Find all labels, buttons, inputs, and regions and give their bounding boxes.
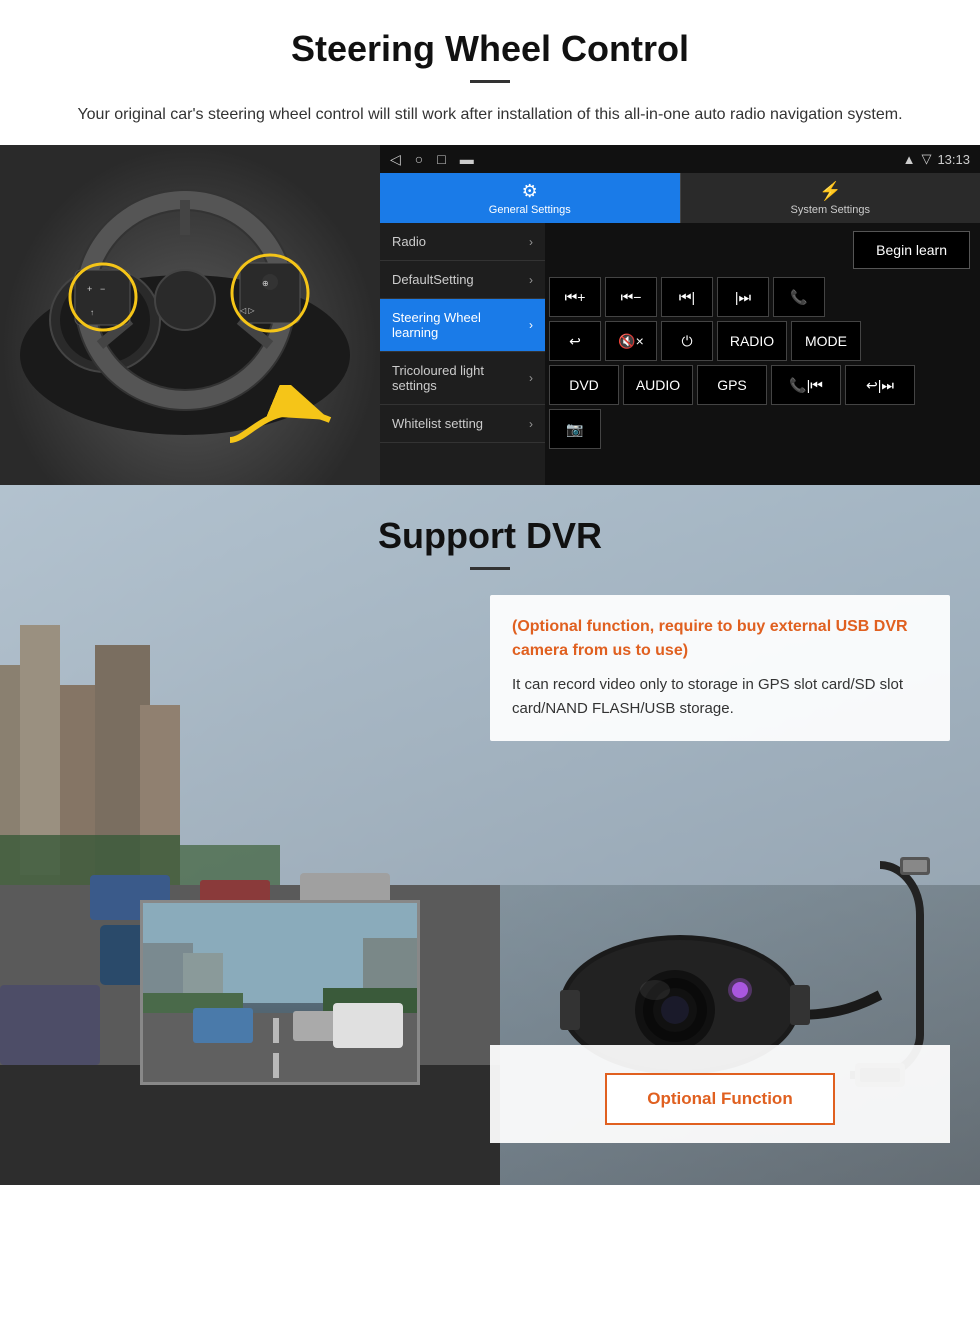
menu-item-whitelist[interactable]: Whitelist setting › — [380, 405, 545, 443]
swc-ui-container: + − ↑ ⊕ ◁ ▷ — [0, 145, 980, 485]
radio-button[interactable]: RADIO — [717, 321, 787, 361]
menu-item-radio[interactable]: Radio › — [380, 223, 545, 261]
recent-icon[interactable]: □ — [437, 151, 445, 167]
dvr-thumbnail — [140, 900, 420, 1085]
tab-system-settings[interactable]: ⚡ System Settings — [680, 173, 980, 223]
swc-title: Steering Wheel Control — [60, 28, 920, 70]
dvr-thumb-inner — [143, 903, 417, 1082]
vol-down-button[interactable]: ⏮− — [605, 277, 657, 317]
menu-default-label: DefaultSetting — [392, 272, 474, 287]
android-control-buttons: Begin learn ⏮+ ⏮− ⏮| |⏭ 📞 ↩ 🔇× ⏻ — [545, 223, 980, 485]
dvr-info-box: (Optional function, require to buy exter… — [490, 595, 950, 741]
menu-tricolour-label: Tricoloured light settings — [392, 363, 529, 393]
power-button[interactable]: ⏻ — [661, 321, 713, 361]
dvr-section: Support DVR (Optional function, require … — [0, 485, 980, 1185]
camera-button[interactable]: 📷 — [549, 409, 601, 449]
control-row-4: 📷 — [549, 409, 976, 449]
menu-arrow-icon: › — [529, 235, 533, 249]
svg-text:◁ ▷: ◁ ▷ — [240, 306, 255, 315]
android-menu: Radio › DefaultSetting › Steering Wheel … — [380, 223, 545, 485]
steering-wheel-photo: + − ↑ ⊕ ◁ ▷ — [0, 145, 380, 485]
android-tabs: ⚙ General Settings ⚡ System Settings — [380, 173, 980, 223]
dvr-optional-text: (Optional function, require to buy exter… — [512, 615, 928, 663]
swc-subtitle: Your original car's steering wheel contr… — [0, 103, 980, 145]
begin-learn-button[interactable]: Begin learn — [853, 231, 970, 269]
svg-text:+: + — [87, 284, 92, 294]
dvr-header: Support DVR — [0, 485, 980, 580]
back-button[interactable]: ↩ — [549, 321, 601, 361]
dvr-description: It can record video only to storage in G… — [512, 673, 928, 721]
back-next-button[interactable]: ↩|⏭ — [845, 365, 915, 405]
menu-arrow-icon: › — [529, 273, 533, 287]
menu-radio-label: Radio — [392, 234, 426, 249]
control-row-3: DVD AUDIO GPS 📞|⏮ ↩|⏭ — [549, 365, 976, 405]
dvr-title: Support DVR — [0, 515, 980, 557]
home-icon[interactable]: ○ — [415, 151, 423, 167]
menu-steering-label: Steering Wheel learning — [392, 310, 529, 340]
dvd-button[interactable]: DVD — [549, 365, 619, 405]
menu-arrow-icon: › — [529, 318, 533, 332]
menu-item-steering[interactable]: Steering Wheel learning › — [380, 299, 545, 352]
vol-up-button[interactable]: ⏮+ — [549, 277, 601, 317]
begin-learn-area: Begin learn — [549, 227, 976, 273]
swc-header: Steering Wheel Control — [0, 0, 980, 103]
svg-text:⊕: ⊕ — [262, 279, 269, 288]
steering-wheel-section: Steering Wheel Control Your original car… — [0, 0, 980, 485]
svg-text:−: − — [100, 284, 105, 294]
back-icon[interactable]: ◁ — [390, 151, 401, 168]
optional-function-wrapper: Optional Function — [490, 1045, 950, 1143]
prev-button[interactable]: ⏮| — [661, 277, 713, 317]
menu-item-tricolour[interactable]: Tricoloured light settings › — [380, 352, 545, 405]
menu-icon[interactable]: ▬ — [460, 151, 474, 167]
menu-arrow-icon: › — [529, 417, 533, 431]
android-content: Radio › DefaultSetting › Steering Wheel … — [380, 223, 980, 485]
mode-button[interactable]: MODE — [791, 321, 861, 361]
time-display: 13:13 — [937, 152, 970, 167]
phone-prev-button[interactable]: 📞|⏮ — [771, 365, 841, 405]
audio-button[interactable]: AUDIO — [623, 365, 693, 405]
tab-general-settings[interactable]: ⚙ General Settings — [380, 173, 680, 223]
optional-function-button[interactable]: Optional Function — [605, 1073, 834, 1125]
android-topbar: ◁ ○ □ ▬ ▲ ▽ 13:13 — [380, 145, 980, 173]
signal-icon: ▲ — [903, 152, 916, 167]
next-button[interactable]: |⏭ — [717, 277, 769, 317]
gps-button[interactable]: GPS — [697, 365, 767, 405]
menu-arrow-icon: › — [529, 371, 533, 385]
phone-button[interactable]: 📞 — [773, 277, 825, 317]
control-row-2: ↩ 🔇× ⏻ RADIO MODE — [549, 321, 976, 361]
wifi-icon: ▽ — [921, 151, 931, 167]
menu-whitelist-label: Whitelist setting — [392, 416, 483, 431]
title-divider — [470, 80, 510, 83]
system-icon: ⚡ — [819, 181, 841, 202]
android-ui-panel: ◁ ○ □ ▬ ▲ ▽ 13:13 ⚙ General Settings — [380, 145, 980, 485]
dvr-thumb-scene — [143, 903, 420, 1085]
settings-icon: ⚙ — [522, 181, 538, 202]
svg-text:↑: ↑ — [90, 308, 94, 317]
android-status: ▲ ▽ 13:13 — [903, 151, 970, 167]
dvr-title-divider — [470, 567, 510, 570]
control-row-1: ⏮+ ⏮− ⏮| |⏭ 📞 — [549, 277, 976, 317]
menu-item-default[interactable]: DefaultSetting › — [380, 261, 545, 299]
mute-button[interactable]: 🔇× — [605, 321, 657, 361]
arrow-svg — [220, 385, 340, 455]
nav-icons: ◁ ○ □ ▬ — [390, 151, 474, 168]
